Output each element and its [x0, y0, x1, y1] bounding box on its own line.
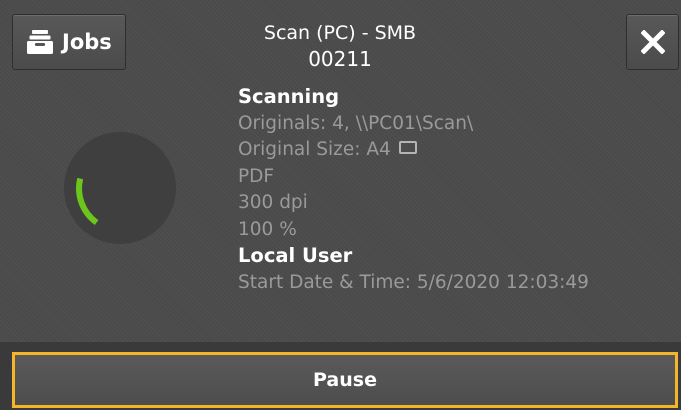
jobs-button-label: Jobs — [62, 30, 112, 54]
scan-job-screen: Jobs Scan (PC) - SMB 00211 Scanning Orig… — [0, 0, 681, 410]
user-name: Local User — [238, 244, 353, 267]
scale-info: 100 % — [238, 218, 297, 240]
originals-info: Originals: 4, \\PC01\Scan\ — [238, 112, 474, 134]
original-size-info: Original Size: A4 — [238, 137, 678, 164]
progress-spinner — [64, 132, 176, 244]
landscape-orientation-icon — [398, 141, 417, 154]
jobs-button[interactable]: Jobs — [12, 14, 126, 70]
job-status: Scanning — [238, 85, 340, 108]
page-title: Scan (PC) - SMB 00211 — [190, 20, 490, 72]
close-button[interactable] — [626, 14, 679, 70]
resolution-info: 300 dpi — [238, 192, 308, 213]
job-type-title: Scan (PC) - SMB — [263, 22, 417, 44]
close-icon — [640, 30, 665, 54]
original-size-text: Original Size: A4 — [238, 139, 391, 160]
pause-button-label: Pause — [313, 369, 377, 391]
pause-button[interactable]: Pause — [12, 352, 678, 408]
job-number: 00211 — [308, 47, 372, 71]
start-datetime: Start Date & Time: 5/6/2020 12:03:49 — [238, 271, 589, 293]
file-format-info: PDF — [238, 165, 275, 187]
job-details: Scanning Originals: 4, \\PC01\Scan\ Orig… — [238, 84, 678, 296]
jobs-tray-icon — [27, 30, 53, 54]
